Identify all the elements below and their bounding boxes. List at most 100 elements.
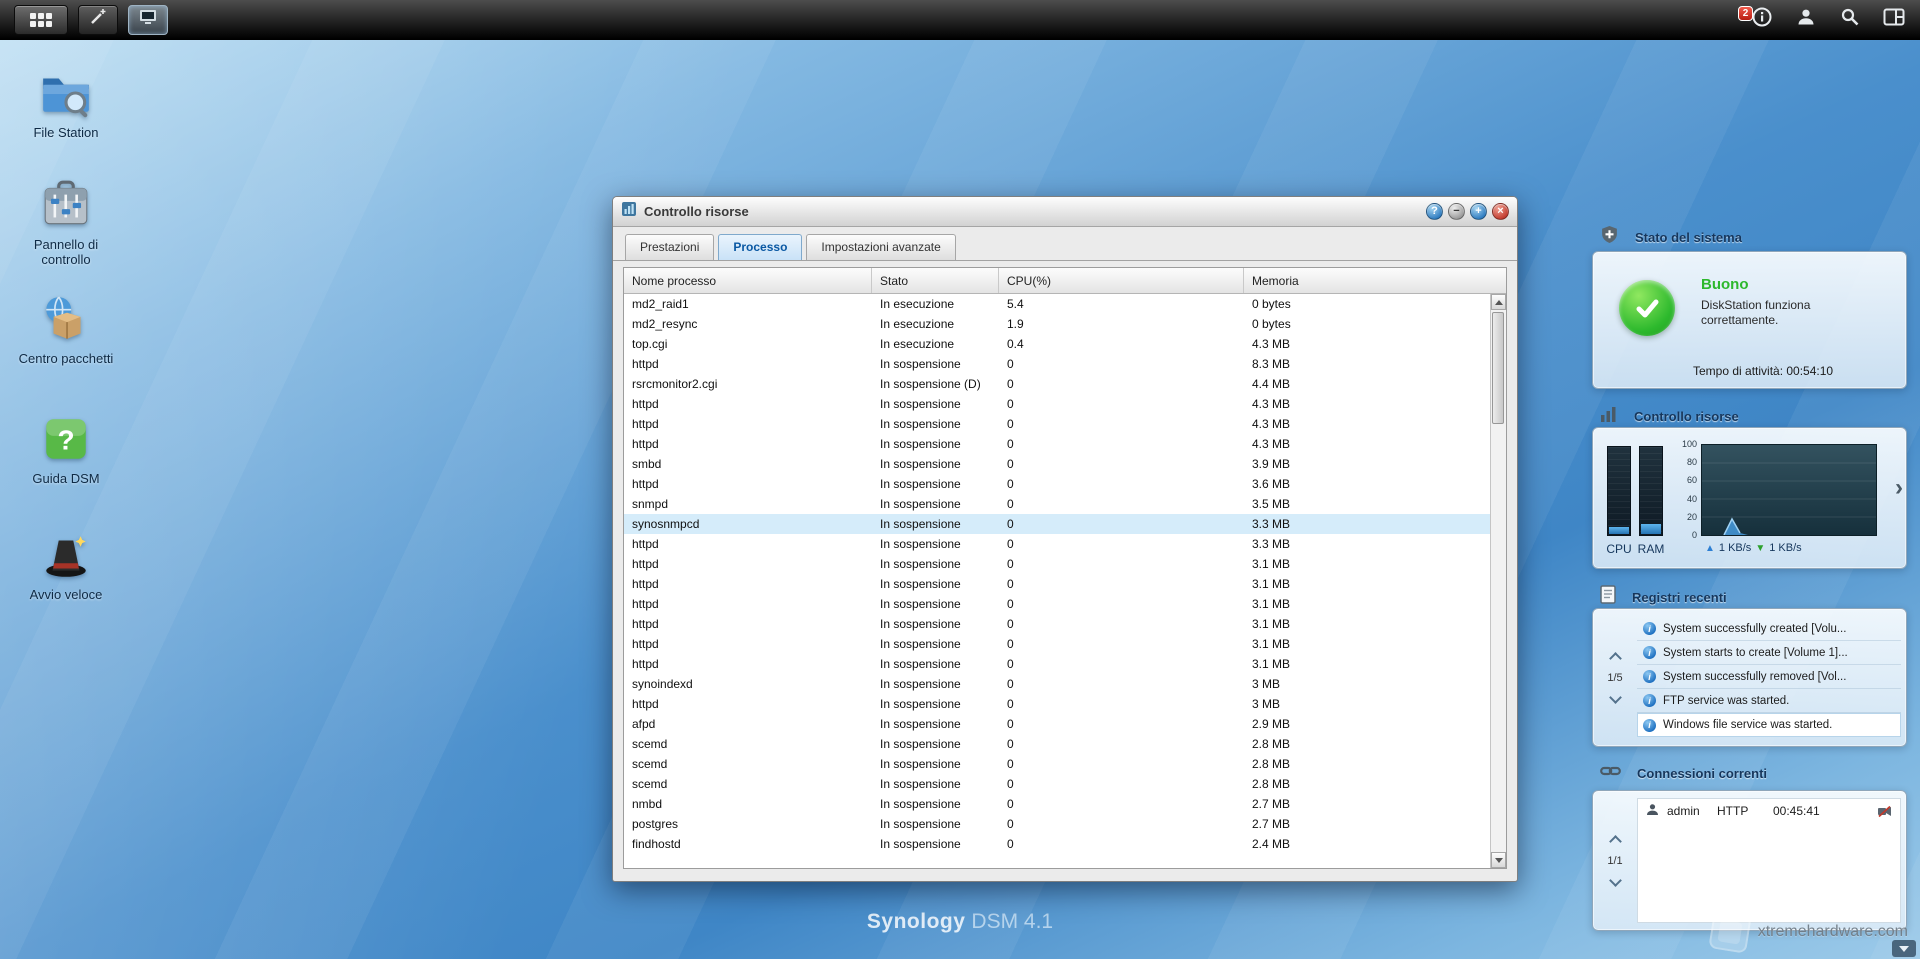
ram-gauge [1639, 446, 1663, 536]
table-row[interactable]: httpd In sospensione 0 3.1 MB [624, 554, 1490, 574]
info-icon: i [1643, 622, 1656, 635]
user-menu-button[interactable] [1794, 8, 1818, 32]
table-row[interactable]: httpd In sospensione 0 3.1 MB [624, 614, 1490, 634]
notification-badge: 2 [1738, 6, 1753, 21]
column-header-stato[interactable]: Stato [872, 268, 999, 293]
table-row[interactable]: httpd In sospensione 0 4.3 MB [624, 414, 1490, 434]
resource-monitor-window: Controllo risorse ? − + × Prestazioni Pr… [612, 196, 1518, 882]
scrollbar-thumb[interactable] [1492, 312, 1504, 424]
upload-rate: 1 KB/s [1719, 542, 1751, 554]
minimize-button[interactable]: − [1448, 203, 1465, 220]
tab-processo[interactable]: Processo [718, 234, 802, 260]
scroll-down-button[interactable] [1491, 852, 1506, 868]
help-button[interactable]: ? [1426, 203, 1443, 220]
watermark: xtremehardware.com [1711, 913, 1908, 951]
download-rate: 1 KB/s [1769, 542, 1801, 554]
user-silhouette-icon [1646, 803, 1659, 819]
taskbar-app-resource-monitor[interactable] [128, 5, 168, 35]
search-button[interactable] [1838, 8, 1862, 32]
table-row[interactable]: httpd In sospensione 0 3.1 MB [624, 654, 1490, 674]
table-row[interactable]: httpd In sospensione 0 4.3 MB [624, 394, 1490, 414]
table-row[interactable]: scemd In sospensione 0 2.8 MB [624, 774, 1490, 794]
desktop-icon-label: File Station [12, 125, 120, 140]
notifications-button[interactable]: 2 [1750, 8, 1774, 32]
maximize-button[interactable]: + [1470, 203, 1487, 220]
uptime-text: Tempo di attività: 00:54:10 [1693, 364, 1833, 378]
table-row[interactable]: md2_resync In esecuzione 1.9 0 bytes [624, 314, 1490, 334]
table-row[interactable]: scemd In sospensione 0 2.8 MB [624, 734, 1490, 754]
tab-impostazioni-avanzate[interactable]: Impostazioni avanzate [806, 234, 955, 260]
table-row[interactable]: rsrcmonitor2.cgi In sospensione (D) 0 4.… [624, 374, 1490, 394]
vertical-scrollbar[interactable] [1490, 294, 1506, 868]
column-header-cpu[interactable]: CPU(%) [999, 268, 1244, 293]
table-row[interactable]: nmbd In sospensione 0 2.7 MB [624, 794, 1490, 814]
info-icon: i [1643, 694, 1656, 707]
table-row[interactable]: httpd In sospensione 0 3.1 MB [624, 574, 1490, 594]
desktop-icon-file-station[interactable]: File Station [12, 66, 120, 140]
logs-page-up-chevron[interactable] [1609, 652, 1622, 665]
user-icon [1796, 7, 1816, 32]
log-entry[interactable]: iSystem successfully created [Volu... [1637, 617, 1901, 641]
window-titlebar[interactable]: Controllo risorse ? − + × [613, 197, 1517, 227]
table-row[interactable]: httpd In sospensione 0 3 MB [624, 694, 1490, 714]
table-row[interactable]: httpd In sospensione 0 4.3 MB [624, 434, 1490, 454]
table-row[interactable]: scemd In sospensione 0 2.8 MB [624, 754, 1490, 774]
table-row[interactable]: httpd In sospensione 0 3.3 MB [624, 534, 1490, 554]
document-icon [1600, 585, 1616, 609]
column-header-memoria[interactable]: Memoria [1244, 268, 1506, 293]
shield-plus-icon [1600, 225, 1619, 249]
pilot-view-button[interactable] [1882, 8, 1906, 32]
monitor-icon [138, 8, 158, 31]
table-row[interactable]: snmpd In sospensione 0 3.5 MB [624, 494, 1490, 514]
desktop-icon-control-panel[interactable]: Pannello di controllo [12, 178, 120, 267]
table-row[interactable]: httpd In sospensione 0 3.1 MB [624, 634, 1490, 654]
widget-resource-monitor: CPU RAM 100806040200 ▲ 1 KB/s ▼ 1 KB/s › [1592, 427, 1907, 569]
desktop-icon-label: Centro pacchetti [12, 351, 120, 366]
log-entry[interactable]: iWindows file service was started. [1637, 713, 1901, 737]
main-menu-button[interactable] [14, 5, 68, 35]
connection-row[interactable]: admin HTTP 00:45:41 [1638, 799, 1900, 823]
table-row[interactable]: synoindexd In sospensione 0 3 MB [624, 674, 1490, 694]
tab-prestazioni[interactable]: Prestazioni [625, 234, 714, 260]
connections-page-indicator: 1/1 [1607, 855, 1622, 867]
desktop-icon-dsm-help[interactable]: ? Guida DSM [12, 412, 120, 486]
table-row[interactable]: findhostd In sospensione 0 2.4 MB [624, 834, 1490, 854]
scroll-up-button[interactable] [1491, 294, 1506, 310]
taskbar-app-quick-start[interactable] [78, 5, 118, 35]
logs-page-indicator: 1/5 [1607, 672, 1622, 684]
column-header-nome-processo[interactable]: Nome processo [624, 268, 872, 293]
connection-time: 00:45:41 [1773, 804, 1843, 818]
table-row[interactable]: md2_raid1 In esecuzione 5.4 0 bytes [624, 294, 1490, 314]
magician-hat-icon [12, 528, 120, 582]
svg-text:?: ? [57, 424, 74, 455]
desktop-icon-quick-start[interactable]: Avvio veloce [12, 528, 120, 602]
magic-wand-icon [88, 7, 108, 32]
table-row[interactable]: httpd In sospensione 0 3.6 MB [624, 474, 1490, 494]
logs-page-down-chevron[interactable] [1609, 691, 1622, 704]
kick-connection-icon[interactable] [1877, 805, 1892, 818]
log-entry[interactable]: iSystem successfully removed [Vol... [1637, 665, 1901, 689]
tab-bar: Prestazioni Processo Impostazioni avanza… [613, 227, 1517, 261]
desktop-icon-label: Pannello di controllo [12, 237, 120, 267]
table-row[interactable]: smbd In sospensione 0 3.9 MB [624, 454, 1490, 474]
log-entry[interactable]: iFTP service was started. [1637, 689, 1901, 713]
open-resource-monitor-chevron[interactable]: › [1895, 476, 1903, 500]
table-row[interactable]: postgres In sospensione 0 2.7 MB [624, 814, 1490, 834]
cpu-gauge [1607, 446, 1631, 536]
desktop-icon-label: Guida DSM [12, 471, 120, 486]
table-row[interactable]: afpd In sospensione 0 2.9 MB [624, 714, 1490, 734]
connections-page-up-chevron[interactable] [1609, 835, 1622, 848]
connections-list: admin HTTP 00:45:41 [1637, 798, 1901, 923]
table-row[interactable]: top.cgi In esecuzione 0.4 4.3 MB [624, 334, 1490, 354]
link-icon [1600, 764, 1621, 783]
close-button[interactable]: × [1492, 203, 1509, 220]
widgets-collapse-button[interactable] [1892, 940, 1916, 957]
table-row[interactable]: httpd In sospensione 0 3.1 MB [624, 594, 1490, 614]
table-row[interactable]: synosnmpcd In sospensione 0 3.3 MB [624, 514, 1490, 534]
connections-page-down-chevron[interactable] [1609, 874, 1622, 887]
desktop-icon-package-center[interactable]: Centro pacchetti [12, 292, 120, 366]
log-entry[interactable]: iSystem starts to create [Volume 1]... [1637, 641, 1901, 665]
table-row[interactable]: httpd In sospensione 0 8.3 MB [624, 354, 1490, 374]
search-icon [1840, 7, 1860, 32]
chart-y-axis: 100806040200 [1671, 440, 1697, 540]
